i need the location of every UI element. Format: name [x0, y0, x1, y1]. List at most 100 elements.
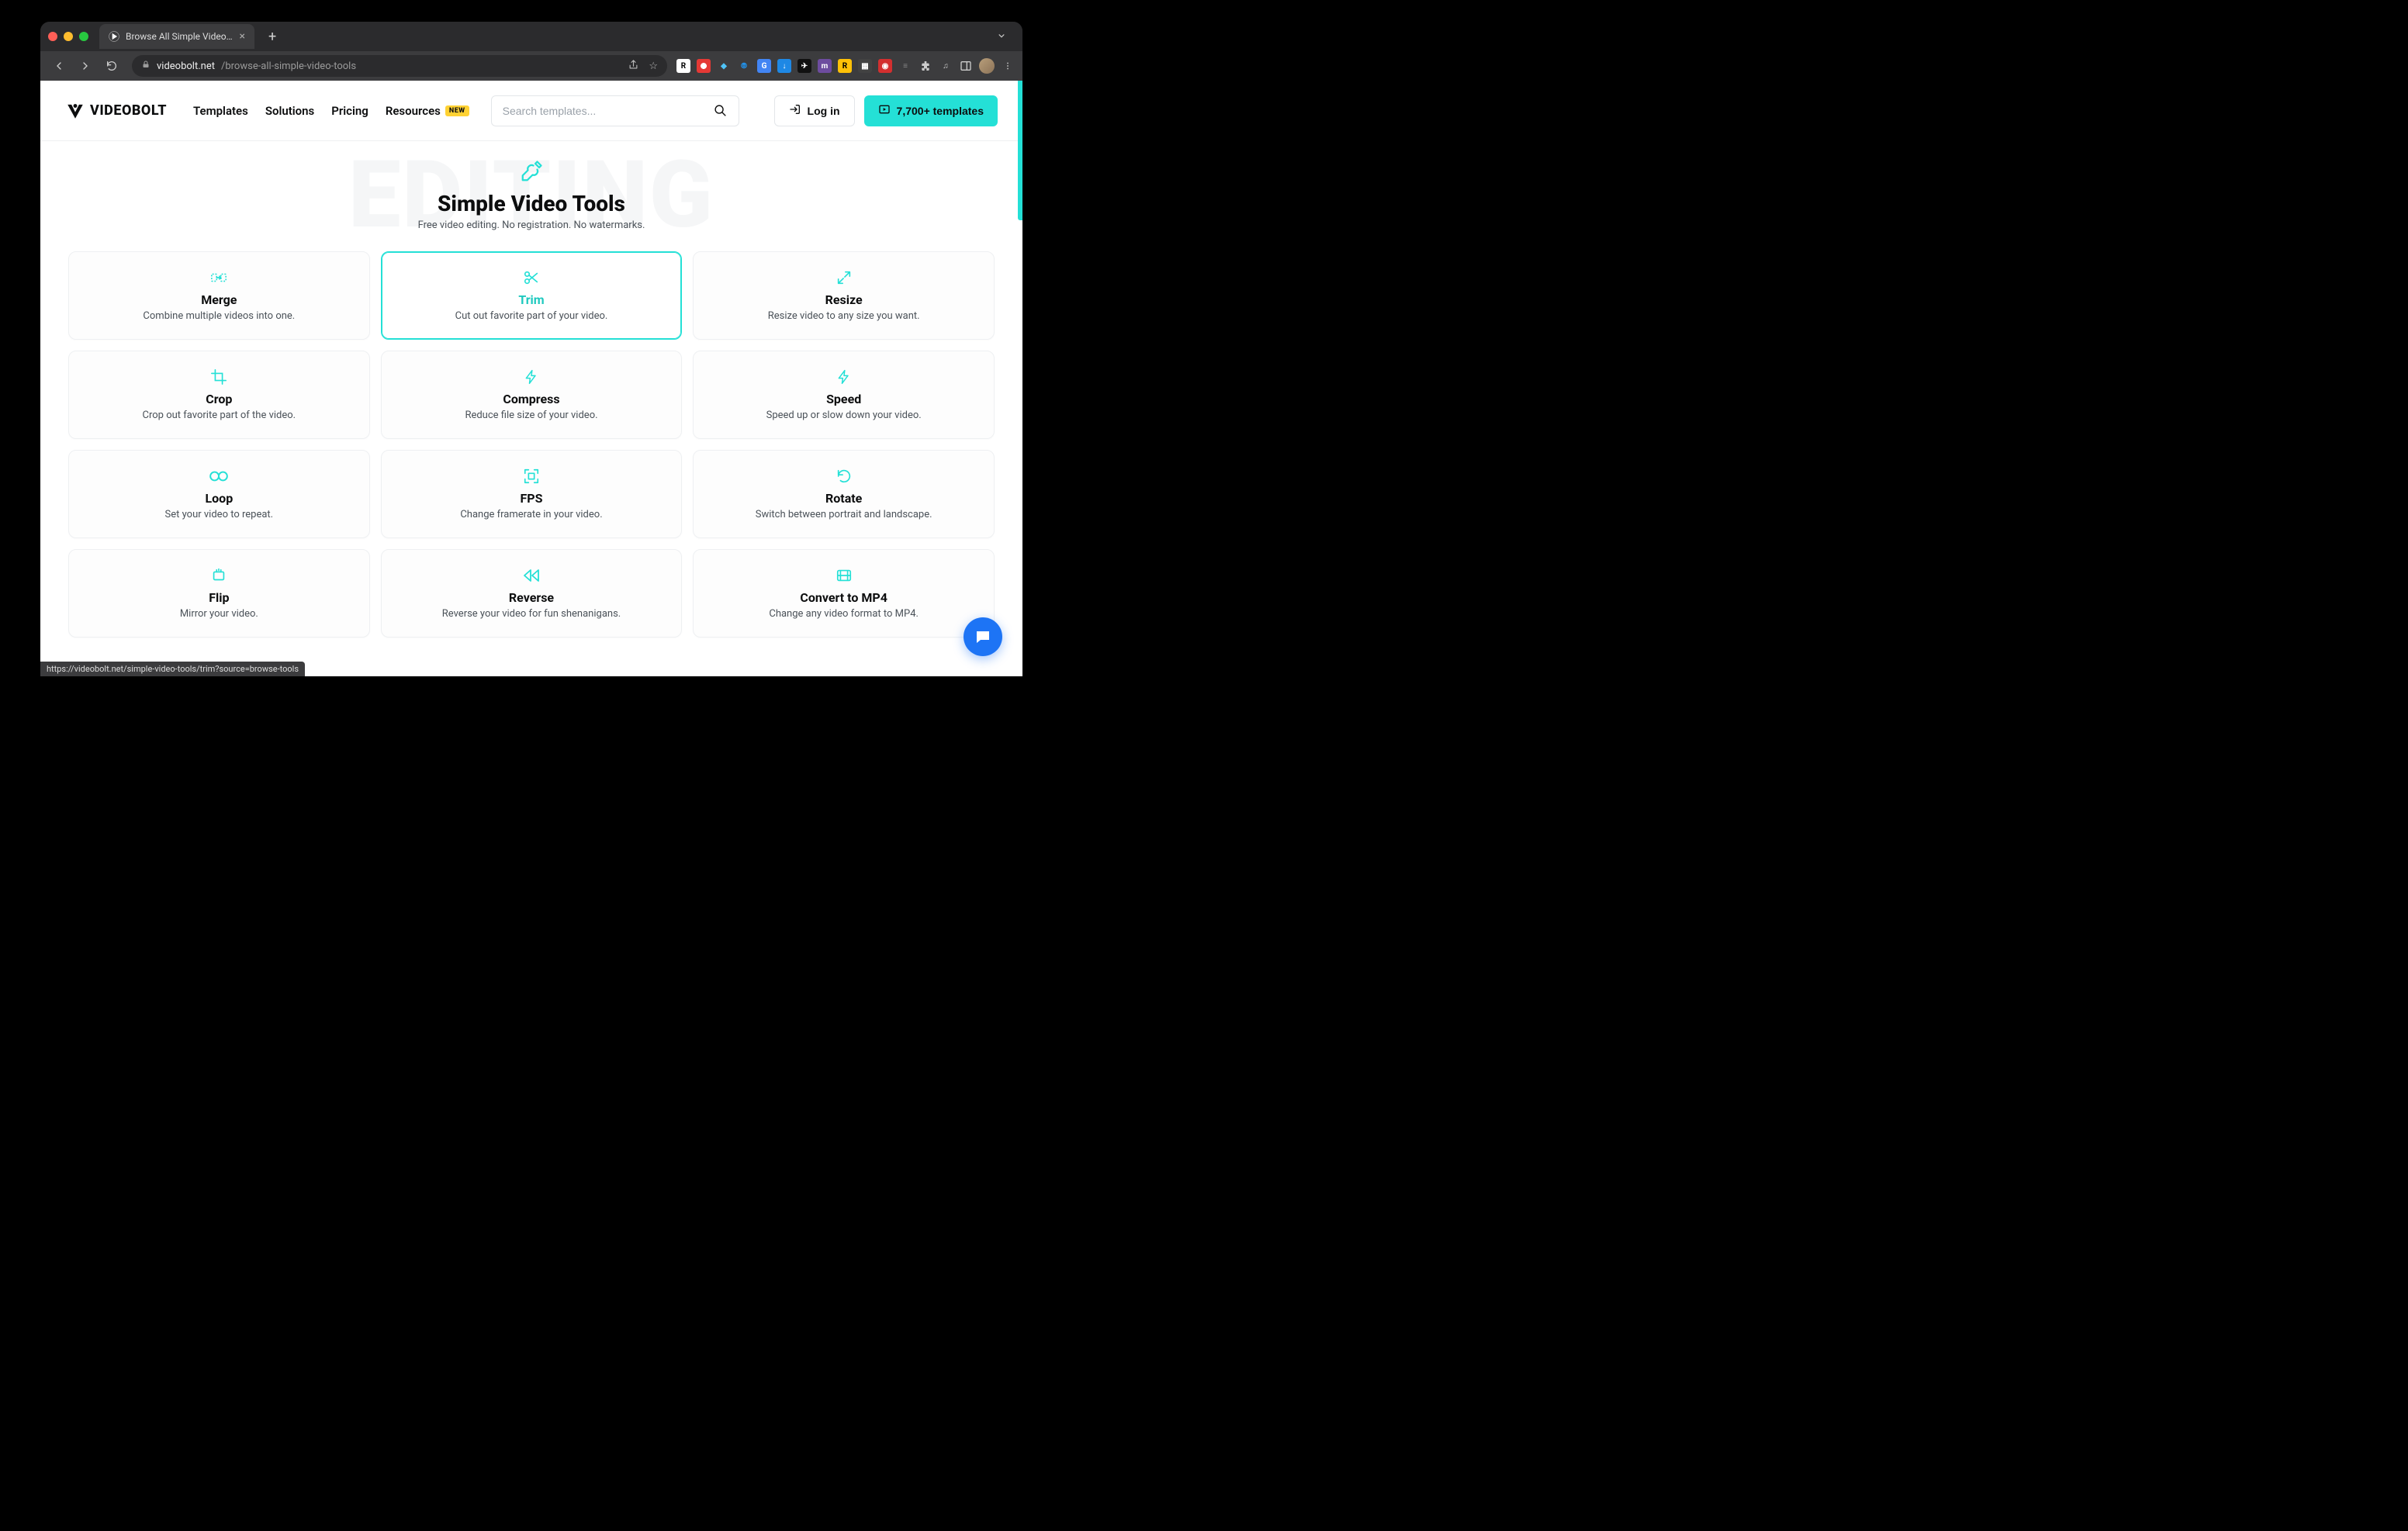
hero-section: EDITING Simple Video Tools Free video ed… [40, 141, 1022, 251]
new-badge: NEW [445, 105, 469, 116]
tool-description: Cut out favorite part of your video. [396, 310, 668, 322]
extension-icon[interactable]: ⦾ [737, 59, 751, 73]
minimize-window-button[interactable] [64, 32, 73, 41]
tool-description: Reduce file size of your video. [396, 410, 668, 421]
extension-icon[interactable]: ◉ [878, 59, 892, 73]
extension-icon[interactable]: ♫ [939, 59, 953, 73]
tab-strip: Browse All Simple Video Tools × + [40, 22, 1022, 51]
tool-title: Merge [83, 292, 355, 307]
extension-icon[interactable]: G [757, 59, 771, 73]
tool-title: FPS [396, 491, 668, 506]
address-bar[interactable]: videobolt.net/browse-all-simple-video-to… [132, 55, 667, 77]
reverse-icon [396, 567, 668, 584]
extension-icon[interactable]: ↓ [777, 59, 791, 73]
resize-icon [708, 269, 980, 286]
tool-title: Crop [83, 392, 355, 406]
fps-icon [396, 468, 668, 485]
tool-card-compress[interactable]: CompressReduce file size of your video. [381, 351, 683, 439]
search-button[interactable] [706, 96, 735, 126]
tool-card-flip[interactable]: Flip Mirror your video. [68, 549, 370, 638]
nav-pricing[interactable]: Pricing [331, 104, 368, 118]
logo[interactable]: VIDEOBOLT [65, 101, 167, 121]
url-domain: videobolt.net [157, 60, 215, 72]
tool-card-loop[interactable]: Loop Set your video to repeat. [68, 450, 370, 538]
hero-title: Simple Video Tools [40, 191, 1022, 216]
status-bar-url: https://videobolt.net/simple-video-tools… [40, 662, 305, 676]
sidepanel-icon[interactable] [959, 59, 973, 73]
close-tab-button[interactable]: × [240, 31, 245, 42]
tool-card-mp4[interactable]: Convert to MP4Change any video format to… [693, 549, 995, 638]
tool-description: Resize video to any size you want. [708, 310, 980, 322]
site-header: VIDEOBOLT Templates Solutions Pricing Re… [40, 81, 1022, 141]
maximize-window-button[interactable] [79, 32, 88, 41]
nav-solutions[interactable]: Solutions [265, 104, 314, 118]
logo-text: VIDEOBOLT [90, 102, 167, 119]
extension-icon[interactable]: ≡ [898, 59, 912, 73]
tool-title: Resize [708, 292, 980, 307]
bookmark-icon[interactable]: ☆ [649, 60, 658, 72]
extension-icon[interactable]: R [676, 59, 690, 73]
tool-description: Combine multiple videos into one. [83, 310, 355, 322]
search-input[interactable] [503, 105, 706, 117]
tool-description: Switch between portrait and landscape. [708, 509, 980, 520]
templates-cta-button[interactable]: 7,700+ templates [864, 95, 998, 126]
tool-card-crop[interactable]: CropCrop out favorite part of the video. [68, 351, 370, 439]
tool-title: Convert to MP4 [708, 590, 980, 605]
browser-menu-button[interactable]: ⋮ [1001, 59, 1015, 73]
tool-description: Mirror your video. [83, 608, 355, 620]
tool-title: Speed [708, 392, 980, 406]
tool-card-trim[interactable]: Trim Cut out favorite part of your video. [381, 251, 683, 340]
nav-templates[interactable]: Templates [193, 104, 248, 118]
merge-icon [83, 269, 355, 286]
close-window-button[interactable] [48, 32, 57, 41]
tool-title: Trim [396, 292, 668, 307]
tool-card-merge[interactable]: Merge Combine multiple videos into one. [68, 251, 370, 340]
speed-icon [708, 368, 980, 385]
tab-title: Browse All Simple Video Tools [126, 31, 234, 42]
tool-description: Change framerate in your video. [396, 509, 668, 520]
chat-widget-button[interactable] [964, 617, 1002, 656]
extensions-area: R ◆ ⦾ G ↓ ✈ m R ▦ ◉ ≡ ♫ ⋮ [676, 58, 1015, 74]
back-button[interactable] [48, 55, 70, 77]
templates-icon [878, 103, 891, 118]
extension-icon[interactable]: m [818, 59, 832, 73]
search-box[interactable] [491, 95, 739, 126]
extension-icon[interactable]: R [838, 59, 852, 73]
flip-icon [83, 567, 355, 584]
tool-card-reverse[interactable]: ReverseReverse your video for fun shenan… [381, 549, 683, 638]
page-viewport: VIDEOBOLT Templates Solutions Pricing Re… [40, 81, 1022, 676]
tool-description: Set your video to repeat. [83, 509, 355, 520]
tool-title: Loop [83, 491, 355, 506]
tool-card-speed[interactable]: SpeedSpeed up or slow down your video. [693, 351, 995, 439]
hero-subtitle: Free video editing. No registration. No … [40, 219, 1022, 231]
nav-resources[interactable]: Resources NEW [386, 104, 469, 118]
tabs-dropdown-button[interactable] [988, 25, 1015, 49]
lock-icon [141, 60, 150, 72]
tool-card-rotate[interactable]: RotateSwitch between portrait and landsc… [693, 450, 995, 538]
tools-grid: Merge Combine multiple videos into one. Tr… [40, 251, 1022, 653]
window-controls [48, 32, 88, 41]
url-path: /browse-all-simple-video-tools [221, 60, 356, 72]
extension-icon[interactable]: ▦ [858, 59, 872, 73]
logo-icon [65, 101, 85, 121]
login-icon [789, 103, 801, 118]
extension-icon[interactable]: ✈ [797, 59, 811, 73]
login-button[interactable]: Log in [774, 95, 855, 126]
new-tab-button[interactable]: + [262, 26, 282, 48]
tool-card-resize[interactable]: Resize Resize video to any size you want. [693, 251, 995, 340]
tool-title: Flip [83, 590, 355, 605]
favicon-icon [109, 31, 119, 42]
extension-icon[interactable] [697, 59, 711, 73]
main-nav: Templates Solutions Pricing Resources NE… [193, 104, 469, 118]
browser-toolbar: videobolt.net/browse-all-simple-video-to… [40, 51, 1022, 81]
tools-icon [40, 160, 1022, 186]
reload-button[interactable] [101, 55, 123, 77]
browser-tab[interactable]: Browse All Simple Video Tools × [99, 24, 254, 49]
profile-avatar[interactable] [979, 58, 995, 74]
share-icon[interactable] [628, 59, 639, 74]
tool-card-fps[interactable]: FPS Change framerate in your video. [381, 450, 683, 538]
extensions-menu-icon[interactable] [919, 59, 932, 73]
forward-button[interactable] [74, 55, 96, 77]
tool-title: Reverse [396, 590, 668, 605]
extension-icon[interactable]: ◆ [717, 59, 731, 73]
